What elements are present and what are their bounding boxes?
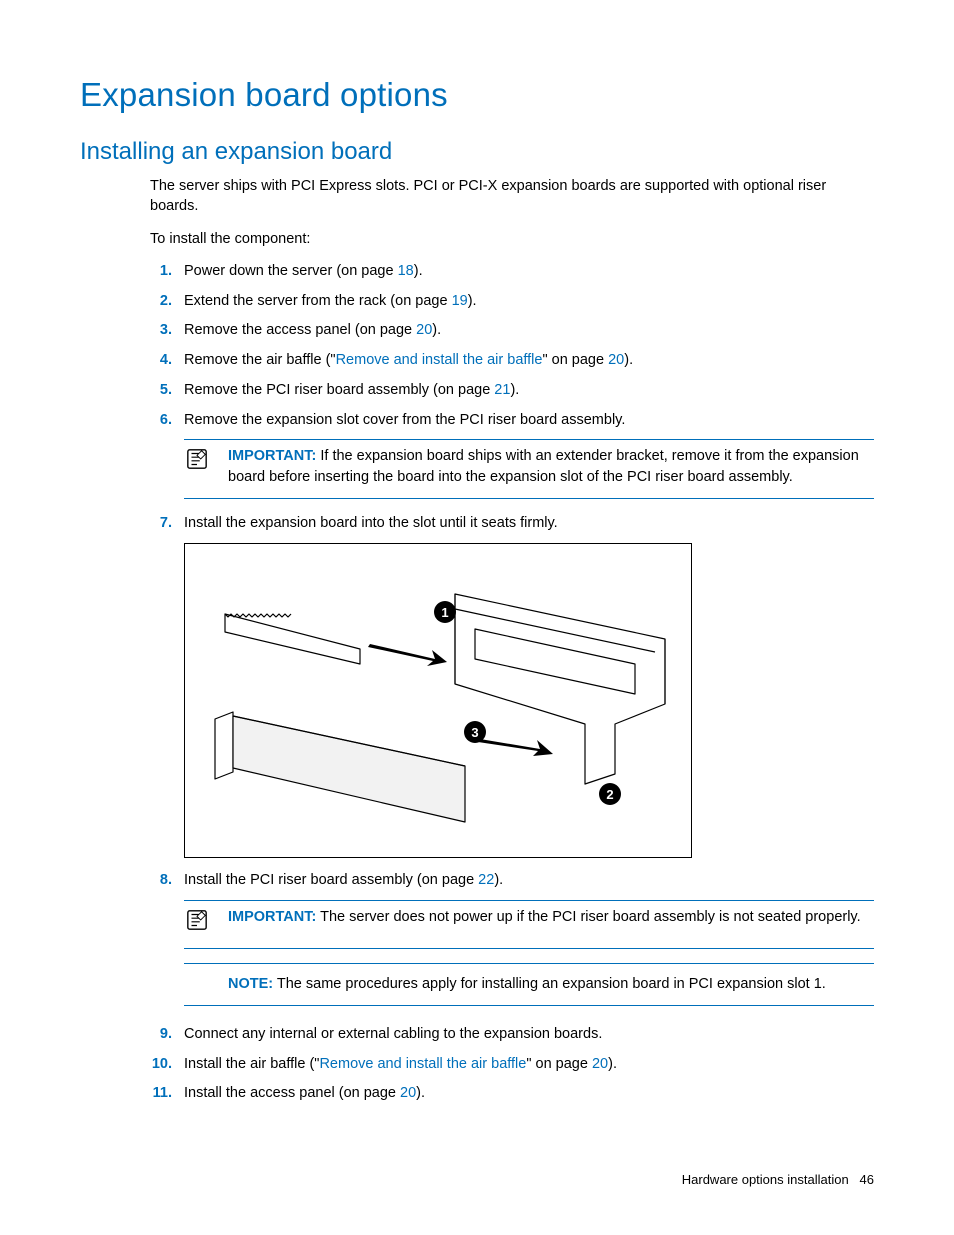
step-text: Install the PCI riser board assembly (on… xyxy=(184,870,874,892)
step-number: 11. xyxy=(150,1083,184,1105)
list-item: 10. Install the air baffle ("Remove and … xyxy=(150,1054,874,1076)
important-callout: IMPORTANT: The server does not power up … xyxy=(184,900,874,949)
illustration: 1 2 3 xyxy=(184,543,692,858)
footer-section: Hardware options installation xyxy=(682,1172,849,1187)
list-item: 9. Connect any internal or external cabl… xyxy=(150,1024,874,1046)
list-item: 2. Extend the server from the rack (on p… xyxy=(150,291,874,313)
figure-callout-3: 3 xyxy=(471,725,478,740)
list-item: 1. Power down the server (on page 18). xyxy=(150,261,874,283)
cross-reference-link[interactable]: 20 xyxy=(400,1085,416,1101)
note-icon xyxy=(184,446,228,488)
step-number: 2. xyxy=(150,291,184,313)
list-item: 5. Remove the PCI riser board assembly (… xyxy=(150,380,874,402)
step-text: Remove the air baffle ("Remove and insta… xyxy=(184,350,874,372)
step-text: Remove the access panel (on page 20). xyxy=(184,320,874,342)
step-text: Connect any internal or external cabling… xyxy=(184,1024,874,1046)
step-text: Extend the server from the rack (on page… xyxy=(184,291,874,313)
paragraph-intro: The server ships with PCI Express slots.… xyxy=(150,176,874,217)
note-callout: NOTE: The same procedures apply for inst… xyxy=(184,963,874,1006)
heading-level-1: Expansion board options xyxy=(80,76,874,114)
callout-label: IMPORTANT: xyxy=(228,909,316,925)
cross-reference-link[interactable]: Remove and install the air baffle xyxy=(336,352,543,368)
cross-reference-link[interactable]: 19 xyxy=(452,293,468,309)
list-item: 6. Remove the expansion slot cover from … xyxy=(150,410,874,432)
step-number: 1. xyxy=(150,261,184,283)
list-item: 8. Install the PCI riser board assembly … xyxy=(150,870,874,892)
cross-reference-link[interactable]: 18 xyxy=(398,263,414,279)
step-number: 6. xyxy=(150,410,184,432)
page-footer: Hardware options installation 46 xyxy=(682,1172,874,1187)
step-text: Install the air baffle ("Remove and inst… xyxy=(184,1054,874,1076)
step-number: 10. xyxy=(150,1054,184,1076)
step-text: Install the access panel (on page 20). xyxy=(184,1083,874,1105)
step-number: 4. xyxy=(150,350,184,372)
figure-callout-1: 1 xyxy=(441,605,448,620)
cross-reference-link[interactable]: 20 xyxy=(608,352,624,368)
procedure-list: 1. Power down the server (on page 18). 2… xyxy=(150,261,874,1105)
list-item: 4. Remove the air baffle ("Remove and in… xyxy=(150,350,874,372)
cross-reference-link[interactable]: Remove and install the air baffle xyxy=(319,1056,526,1072)
step-text: Remove the expansion slot cover from the… xyxy=(184,410,874,432)
step-number: 7. xyxy=(150,513,184,535)
step-number: 8. xyxy=(150,870,184,892)
cross-reference-link[interactable]: 22 xyxy=(478,872,494,888)
important-callout: IMPORTANT: If the expansion board ships … xyxy=(184,439,874,499)
callout-text: The server does not power up if the PCI … xyxy=(316,909,860,925)
cross-reference-link[interactable]: 21 xyxy=(494,382,510,398)
callout-text: If the expansion board ships with an ext… xyxy=(228,448,859,485)
list-item: 7. Install the expansion board into the … xyxy=(150,513,874,535)
note-icon xyxy=(184,907,228,938)
callout-text: The same procedures apply for installing… xyxy=(273,976,826,992)
callout-label: NOTE: xyxy=(228,976,273,992)
cross-reference-link[interactable]: 20 xyxy=(416,322,432,338)
footer-page-number: 46 xyxy=(860,1172,874,1187)
cross-reference-link[interactable]: 20 xyxy=(592,1056,608,1072)
list-item: 3. Remove the access panel (on page 20). xyxy=(150,320,874,342)
heading-level-2: Installing an expansion board xyxy=(80,138,874,166)
paragraph-lead-in: To install the component: xyxy=(150,229,874,249)
step-text: Install the expansion board into the slo… xyxy=(184,513,874,535)
callout-label: IMPORTANT: xyxy=(228,448,316,464)
step-number: 3. xyxy=(150,320,184,342)
list-item: 11. Install the access panel (on page 20… xyxy=(150,1083,874,1105)
figure-callout-2: 2 xyxy=(606,787,613,802)
step-number: 9. xyxy=(150,1024,184,1046)
step-text: Remove the PCI riser board assembly (on … xyxy=(184,380,874,402)
step-number: 5. xyxy=(150,380,184,402)
step-text: Power down the server (on page 18). xyxy=(184,261,874,283)
